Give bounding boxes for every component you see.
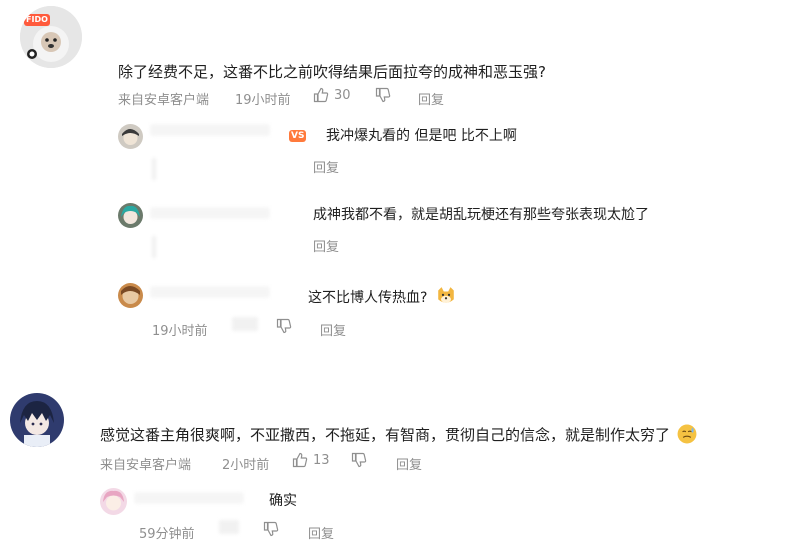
avatar[interactable] (10, 393, 64, 447)
comment-source: 来自安卓客户端 (118, 93, 210, 108)
thumbs-up-icon (313, 87, 329, 103)
blurred-username (150, 124, 270, 136)
like-count: 30 (334, 87, 351, 103)
reply-time: 19小时前 (152, 324, 208, 339)
reply-button[interactable]: 回复 (320, 320, 346, 339)
reply-button[interactable]: 回复 (308, 523, 334, 542)
like-count: 13 (313, 452, 330, 468)
blurred-content (152, 158, 156, 180)
reply-text: 我冲爆丸看的 但是吧 比不上啊 (326, 128, 517, 144)
like-button[interactable]: 30 (313, 87, 351, 103)
reply-button[interactable]: 回复 (418, 89, 444, 108)
thumbs-down-icon (276, 318, 292, 334)
reply-button[interactable]: 回复 (313, 236, 339, 255)
reply-button[interactable]: 回复 (396, 454, 422, 473)
blurred-content (232, 317, 258, 331)
blurred-username (150, 286, 270, 298)
avatar-badge: FIDO (24, 14, 50, 26)
reply-avatar[interactable] (118, 203, 143, 228)
thumbs-down-icon (263, 521, 279, 537)
blurred-content (152, 236, 156, 258)
blurred-username (150, 207, 270, 219)
user-badge: VS (289, 130, 307, 142)
reply-avatar[interactable] (100, 488, 127, 515)
reply-time: 59分钟前 (139, 527, 195, 542)
dislike-button[interactable] (351, 452, 367, 468)
comment-time: 19小时前 (235, 93, 291, 108)
blurred-content (219, 520, 239, 534)
thumbs-down-icon (351, 452, 367, 468)
comment-source: 来自安卓客户端 (100, 458, 192, 473)
thumbs-down-icon (375, 87, 391, 103)
thumbs-up-icon (292, 452, 308, 468)
comment-text: 除了经费不足，这番不比之前吹得结果后面拉夸的成神和恶玉强? (118, 63, 546, 81)
reply-avatar[interactable] (118, 283, 143, 308)
reply-text: 确实 (269, 493, 297, 509)
dislike-button[interactable] (276, 318, 292, 334)
dislike-button[interactable] (375, 87, 391, 103)
comment-text: 感觉这番主角很爽啊，不亚撒西，不拖延，有智商，贯彻自己的信念，就是制作太穷了 (100, 424, 697, 445)
reply-text: 成神我都不看，就是胡乱玩梗还有那些夸张表现太尬了 (313, 207, 649, 223)
dog-emoji-icon (438, 287, 454, 303)
reply-text: 这不比博人传热血? (308, 286, 456, 307)
blurred-username (134, 492, 244, 504)
sweat-emoji-icon (677, 424, 697, 444)
reply-button[interactable]: 回复 (313, 157, 339, 176)
comment-time: 2小时前 (222, 458, 270, 473)
reply-avatar[interactable] (118, 124, 143, 149)
like-button[interactable]: 13 (292, 452, 330, 468)
dislike-button[interactable] (263, 521, 279, 537)
avatar[interactable]: FIDO (20, 6, 82, 68)
